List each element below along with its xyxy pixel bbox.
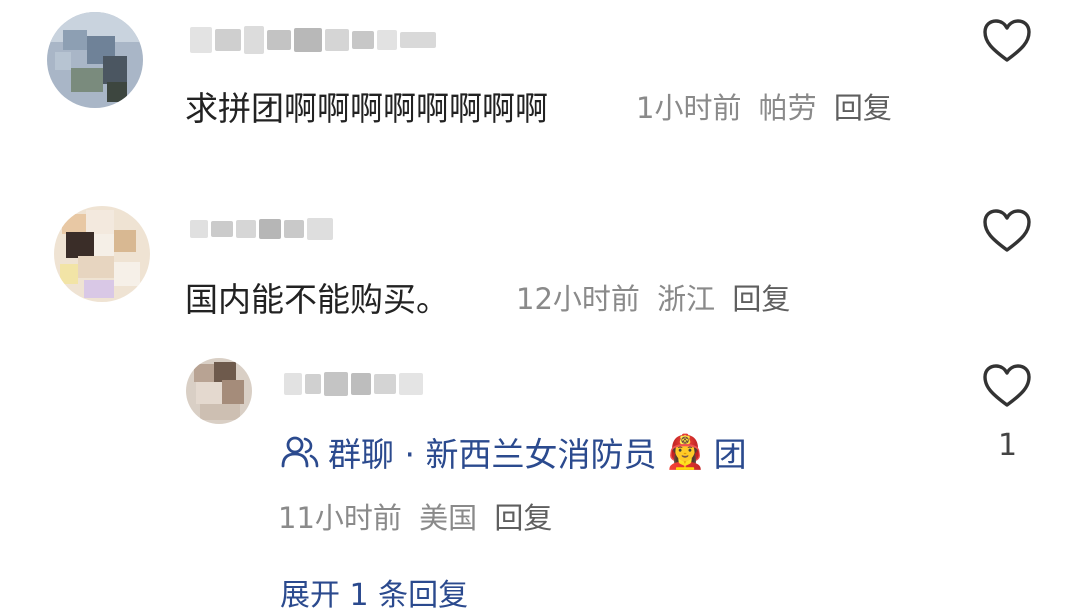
reply-button[interactable]: 回复: [834, 91, 892, 125]
avatar[interactable]: [47, 12, 143, 108]
comment-meta: 11小时前 美国 回复: [278, 495, 552, 537]
username-blurred[interactable]: [284, 372, 423, 396]
avatar[interactable]: [54, 206, 150, 302]
heart-outline-icon[interactable]: [982, 208, 1032, 258]
comment-time: 11小时前: [278, 501, 402, 535]
comment-location: 帕劳: [758, 91, 817, 125]
group-users-icon: [281, 436, 319, 468]
comment-meta: 12小时前 浙江 回复: [516, 276, 790, 318]
comment-location: 美国: [419, 501, 478, 535]
group-name[interactable]: 群聊 · 新西兰女消防员: [328, 428, 656, 476]
expand-replies-button[interactable]: 展开 1 条回复: [280, 570, 468, 614]
comment-time: 1小时前: [636, 91, 742, 125]
firefighter-emoji: 👩‍🚒: [664, 432, 706, 471]
comment-location: 浙江: [657, 282, 716, 316]
comment-meta: 1小时前 帕劳 回复: [636, 85, 892, 127]
avatar[interactable]: [186, 358, 252, 424]
username-blurred[interactable]: [190, 26, 436, 54]
like-count: 1: [998, 428, 1018, 463]
comment-text: 国内能不能购买。: [185, 280, 449, 319]
reply-button[interactable]: 回复: [494, 501, 552, 535]
heart-outline-icon[interactable]: [982, 363, 1032, 413]
reply-button[interactable]: 回复: [732, 282, 790, 316]
group-suffix[interactable]: 团: [714, 428, 747, 476]
group-chat-link[interactable]: 群聊 · 新西兰女消防员 👩‍🚒 团: [280, 428, 747, 476]
heart-outline-icon[interactable]: [982, 18, 1032, 68]
comment-text: 求拼团啊啊啊啊啊啊啊啊: [185, 89, 548, 128]
username-blurred[interactable]: [190, 218, 333, 240]
comment-time: 12小时前: [516, 282, 640, 316]
